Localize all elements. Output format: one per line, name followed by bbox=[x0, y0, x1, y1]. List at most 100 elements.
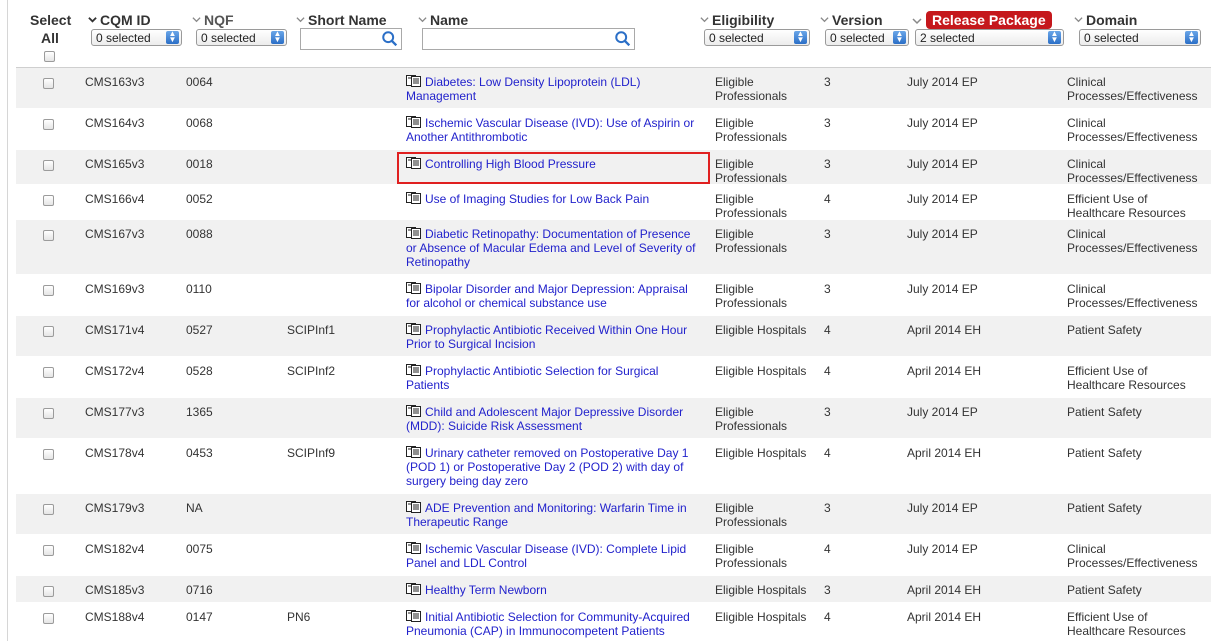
domain-filter-value: 0 selected bbox=[1084, 31, 1139, 45]
table-row[interactable]: CMS178v4 0453 SCIPInf9 Urinary catheter rem… bbox=[16, 439, 1211, 494]
short-name-search[interactable] bbox=[300, 28, 402, 50]
cqm-id-cell: CMS185v3 bbox=[85, 583, 145, 597]
measure-link[interactable]: Diabetes: Low Density Lipoprotein (LDL) … bbox=[406, 75, 640, 103]
domain-cell: Patient Safety bbox=[1067, 583, 1142, 597]
eligibility-cell: Eligible Professionals bbox=[715, 192, 788, 220]
measure-link[interactable]: Use of Imaging Studies for Low Back Pain bbox=[425, 192, 649, 206]
eligibility-cell: Eligible Hospitals bbox=[715, 364, 807, 378]
chevron-down-icon bbox=[820, 17, 829, 23]
cqm-id-cell: CMS179v3 bbox=[85, 501, 145, 515]
measure-link[interactable]: Initial Antibiotic Selection for Communi… bbox=[406, 610, 690, 638]
nqf-cell: 0147 bbox=[186, 610, 213, 624]
table-row[interactable]: CMS188v4 0147 PN6 Initial Antibiotic Select… bbox=[16, 603, 1211, 644]
short-name-cell: PN6 bbox=[287, 610, 311, 624]
domain-cell: Patient Safety bbox=[1067, 501, 1142, 515]
row-checkbox[interactable] bbox=[43, 367, 54, 378]
cqm-id-header[interactable]: CQM ID bbox=[88, 12, 151, 28]
document-icon bbox=[406, 405, 421, 417]
release-package-cell: April 2014 EH bbox=[907, 583, 982, 597]
search-icon[interactable] bbox=[614, 30, 632, 48]
cqm-id-filter[interactable]: 0 selected ▲ ▼ bbox=[91, 29, 182, 46]
release-package-cell: July 2014 EP bbox=[907, 192, 978, 206]
row-checkbox[interactable] bbox=[43, 119, 54, 130]
measure-link[interactable]: Child and Adolescent Major Depressive Di… bbox=[406, 405, 683, 433]
row-checkbox[interactable] bbox=[43, 230, 54, 241]
nqf-cell: 0716 bbox=[186, 583, 213, 597]
domain-cell: Efficient Use of Healthcare Resources bbox=[1067, 610, 1186, 638]
row-checkbox[interactable] bbox=[43, 285, 54, 296]
nqf-cell: 0064 bbox=[186, 75, 213, 89]
select-all-checkbox[interactable] bbox=[44, 51, 55, 62]
chevron-down-icon bbox=[192, 17, 201, 23]
short-name-header[interactable]: Short Name bbox=[296, 12, 387, 28]
row-checkbox[interactable] bbox=[43, 160, 54, 171]
eligibility-header[interactable]: Eligibility bbox=[700, 12, 774, 28]
document-icon bbox=[406, 227, 421, 239]
table-row[interactable]: CMS172v4 0528 SCIPInf2 Prophylactic Antibio… bbox=[16, 357, 1211, 398]
search-icon[interactable] bbox=[381, 30, 399, 48]
measure-link[interactable]: ADE Prevention and Monitoring: Warfarin … bbox=[406, 501, 687, 529]
nqf-cell: NA bbox=[186, 501, 203, 515]
table-row[interactable]: CMS185v3 0716 Healthy Term Newborn Eligible… bbox=[16, 576, 1211, 603]
table-row[interactable]: CMS166v4 0052 Use of Imaging Studies for L… bbox=[16, 185, 1211, 220]
table-row[interactable]: CMS163v3 0064 Diabetes: Low Density Lipopr… bbox=[16, 68, 1211, 109]
cqm-id-cell: CMS166v4 bbox=[85, 192, 145, 206]
cqm-id-cell: CMS178v4 bbox=[85, 446, 145, 460]
row-checkbox[interactable] bbox=[43, 326, 54, 337]
version-filter[interactable]: 0 selected ▲ ▼ bbox=[825, 29, 909, 46]
measure-link[interactable]: Ischemic Vascular Disease (IVD): Use of … bbox=[406, 116, 694, 144]
domain-cell: Patient Safety bbox=[1067, 405, 1142, 419]
row-checkbox[interactable] bbox=[43, 449, 54, 460]
row-checkbox[interactable] bbox=[43, 78, 54, 89]
table-row[interactable]: CMS164v3 0068 Ischemic Vascular Disease (I… bbox=[16, 109, 1211, 150]
domain-filter[interactable]: 0 selected ▲ ▼ bbox=[1079, 29, 1201, 46]
eligibility-cell: Eligible Professionals bbox=[715, 157, 788, 185]
measure-link[interactable]: Urinary catheter removed on Postoperativ… bbox=[406, 446, 688, 488]
version-cell: 3 bbox=[824, 282, 831, 296]
release-package-cell: July 2014 EP bbox=[907, 227, 978, 241]
row-checkbox[interactable] bbox=[43, 504, 54, 515]
chevron-down-icon bbox=[88, 17, 97, 23]
release-package-cell: April 2014 EH bbox=[907, 323, 982, 337]
nqf-label: NQF bbox=[204, 12, 234, 28]
row-checkbox[interactable] bbox=[43, 195, 54, 206]
version-cell: 4 bbox=[824, 192, 831, 206]
nqf-cell: 0018 bbox=[186, 157, 213, 171]
table-row[interactable]: CMS167v3 0088 Diabetic Retinopathy: Docume… bbox=[16, 220, 1211, 275]
name-header[interactable]: Name bbox=[418, 12, 468, 28]
nqf-filter[interactable]: 0 selected ▲ ▼ bbox=[196, 29, 287, 46]
domain-header[interactable]: Domain bbox=[1074, 12, 1137, 28]
row-checkbox[interactable] bbox=[43, 545, 54, 556]
eligibility-cell: Eligible Hospitals bbox=[715, 446, 807, 460]
measure-link[interactable]: Diabetic Retinopathy: Documentation of P… bbox=[406, 227, 696, 269]
row-checkbox[interactable] bbox=[43, 586, 54, 597]
row-checkbox[interactable] bbox=[43, 408, 54, 419]
release-package-filter[interactable]: 2 selected ▲ ▼ bbox=[915, 29, 1064, 46]
table-row[interactable]: CMS177v3 1365 Child and Adolescent Major D… bbox=[16, 398, 1211, 439]
measure-link[interactable]: Ischemic Vascular Disease (IVD): Complet… bbox=[406, 542, 686, 570]
eligibility-label: Eligibility bbox=[712, 12, 775, 28]
nqf-header[interactable]: NQF bbox=[192, 12, 234, 28]
table-row[interactable]: CMS182v4 0075 Ischemic Vascular Disease (I… bbox=[16, 535, 1211, 576]
table-row[interactable]: CMS169v3 0110 Bipolar Disorder and Major D… bbox=[16, 275, 1211, 316]
name-search[interactable] bbox=[422, 28, 635, 50]
nqf-cell: 0453 bbox=[186, 446, 213, 460]
release-package-cell: April 2014 EH bbox=[907, 446, 982, 460]
version-cell: 3 bbox=[824, 227, 831, 241]
release-package-header[interactable]: Release Package bbox=[926, 11, 1052, 29]
measure-link[interactable]: Healthy Term Newborn bbox=[425, 583, 547, 597]
name-cell: Ischemic Vascular Disease (IVD): Complet… bbox=[406, 542, 704, 570]
measure-link[interactable]: Prophylactic Antibiotic Selection for Su… bbox=[406, 364, 658, 392]
cqm-id-cell: CMS163v3 bbox=[85, 75, 145, 89]
eligibility-cell: Eligible Hospitals bbox=[715, 610, 807, 624]
version-cell: 4 bbox=[824, 323, 831, 337]
select-all-label-2: All bbox=[41, 30, 59, 46]
select-arrows-icon: ▲ ▼ bbox=[166, 30, 179, 44]
table-row[interactable]: CMS179v3 NA ADE Prevention and Monitoring:… bbox=[16, 494, 1211, 535]
eligibility-filter[interactable]: 0 selected ▲ ▼ bbox=[704, 29, 810, 46]
row-checkbox[interactable] bbox=[43, 613, 54, 624]
measure-link[interactable]: Prophylactic Antibiotic Received Within … bbox=[406, 323, 687, 351]
version-header[interactable]: Version bbox=[820, 12, 883, 28]
table-row[interactable]: CMS171v4 0527 SCIPInf1 Prophylactic Antibio… bbox=[16, 316, 1211, 357]
measure-link[interactable]: Bipolar Disorder and Major Depression: A… bbox=[406, 282, 688, 310]
